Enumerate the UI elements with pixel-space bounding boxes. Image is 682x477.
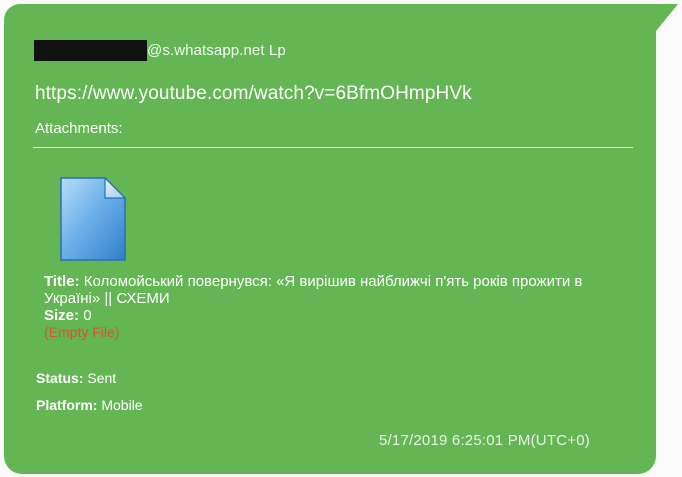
title-label: Title: (44, 273, 80, 290)
message-view: @s.whatsapp.net Lp https://www.youtube.c… (0, 0, 682, 477)
divider (33, 147, 633, 148)
empty-file-note: (Empty File) (44, 324, 120, 340)
message-bubble: @s.whatsapp.net Lp https://www.youtube.c… (4, 4, 656, 474)
platform-label: Platform: (36, 397, 98, 413)
size-label: Size: (44, 307, 80, 324)
document-file-icon[interactable] (59, 176, 127, 262)
title-value: Коломойський повернувся: «Я вирішив найб… (44, 273, 583, 307)
message-link[interactable]: https://www.youtube.com/watch?v=6BfmOHmp… (35, 83, 472, 105)
status-label: Status: (36, 370, 84, 386)
size-value: 0 (83, 307, 92, 324)
attachment-title-row: Title: Коломойський повернувся: «Я виріш… (44, 273, 624, 307)
status-value: Sent (87, 370, 117, 386)
attachment-size-row: Size: 0 (44, 307, 624, 324)
redacted-sender-name (34, 39, 147, 61)
status-row: Status: Sent (36, 370, 116, 386)
bubble-tail (652, 4, 678, 36)
platform-value: Mobile (101, 397, 143, 413)
attachment-details: Title: Коломойський повернувся: «Я виріш… (44, 273, 624, 341)
sender-id: @s.whatsapp.net Lp (147, 41, 286, 59)
message-timestamp: 5/17/2019 6:25:01 PM(UTC+0) (379, 432, 590, 449)
platform-row: Platform: Mobile (36, 397, 143, 413)
attachments-label: Attachments: (35, 120, 123, 137)
sender-row: @s.whatsapp.net Lp (34, 38, 286, 62)
